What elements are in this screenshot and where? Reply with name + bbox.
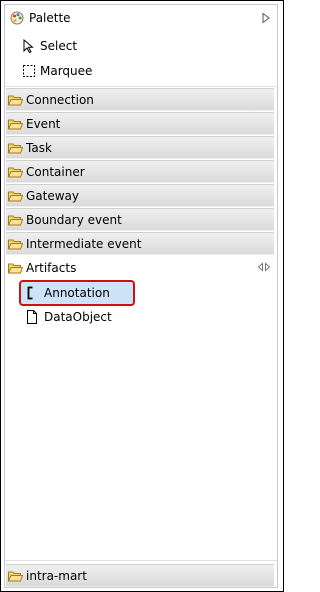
folder-icon — [8, 571, 23, 581]
folder-icon — [8, 95, 23, 105]
entry-label: Annotation — [44, 286, 110, 300]
folder-icon — [8, 167, 23, 177]
drawer-label: Boundary event — [26, 212, 122, 227]
folder-icon — [8, 215, 23, 225]
tool-marquee[interactable]: Marquee — [5, 59, 277, 83]
drawer-label: Gateway — [26, 188, 80, 203]
palette-icon — [10, 11, 24, 25]
annotation-icon — [27, 286, 33, 300]
drawer-event[interactable]: Event — [6, 112, 274, 135]
marquee-icon — [23, 65, 35, 77]
drawer-intra-mart[interactable]: intra-mart — [6, 564, 274, 587]
drawer-task[interactable]: Task — [6, 136, 274, 159]
drawer-connection[interactable]: Connection — [6, 88, 274, 111]
palette-inner-frame: Palette Select Marquee Connection Event … — [4, 4, 278, 588]
drawer-gateway[interactable]: Gateway — [6, 184, 274, 207]
entry-data-object[interactable]: DataObject — [21, 307, 112, 327]
drawer-boundary-event[interactable]: Boundary event — [6, 208, 274, 231]
drawer-label: Task — [26, 140, 52, 155]
folder-icon — [8, 191, 23, 201]
drawer-label: Intermediate event — [26, 236, 142, 251]
arrow-cursor-icon — [23, 39, 34, 53]
divider — [5, 560, 277, 561]
collapse-palette-icon[interactable] — [262, 13, 270, 23]
pin-drawer-icon[interactable] — [258, 262, 270, 272]
entry-label: DataObject — [44, 310, 112, 324]
drawer-label: intra-mart — [26, 568, 87, 583]
drawer-artifacts[interactable]: Artifacts — [6, 256, 274, 279]
tool-label: Select — [40, 39, 78, 53]
folder-icon — [8, 119, 23, 129]
folder-icon — [8, 239, 23, 249]
palette-title: Palette — [29, 11, 71, 25]
data-object-icon — [27, 310, 37, 324]
open-folder-icon — [8, 263, 23, 273]
drawer-label: Artifacts — [26, 260, 77, 275]
drawer-label: Event — [26, 116, 61, 131]
tool-label: Marquee — [40, 64, 93, 78]
drawer-label: Container — [26, 164, 85, 179]
drawer-container[interactable]: Container — [6, 160, 274, 183]
folder-icon — [8, 143, 23, 153]
palette-header[interactable]: Palette — [5, 5, 277, 31]
entry-annotation[interactable]: Annotation — [19, 280, 135, 306]
palette-panel: Palette Select Marquee Connection Event … — [0, 0, 284, 592]
divider — [5, 86, 277, 87]
drawer-intermediate-event[interactable]: Intermediate event — [6, 232, 274, 255]
tool-select[interactable]: Select — [5, 34, 277, 58]
drawer-label: Connection — [26, 92, 94, 107]
